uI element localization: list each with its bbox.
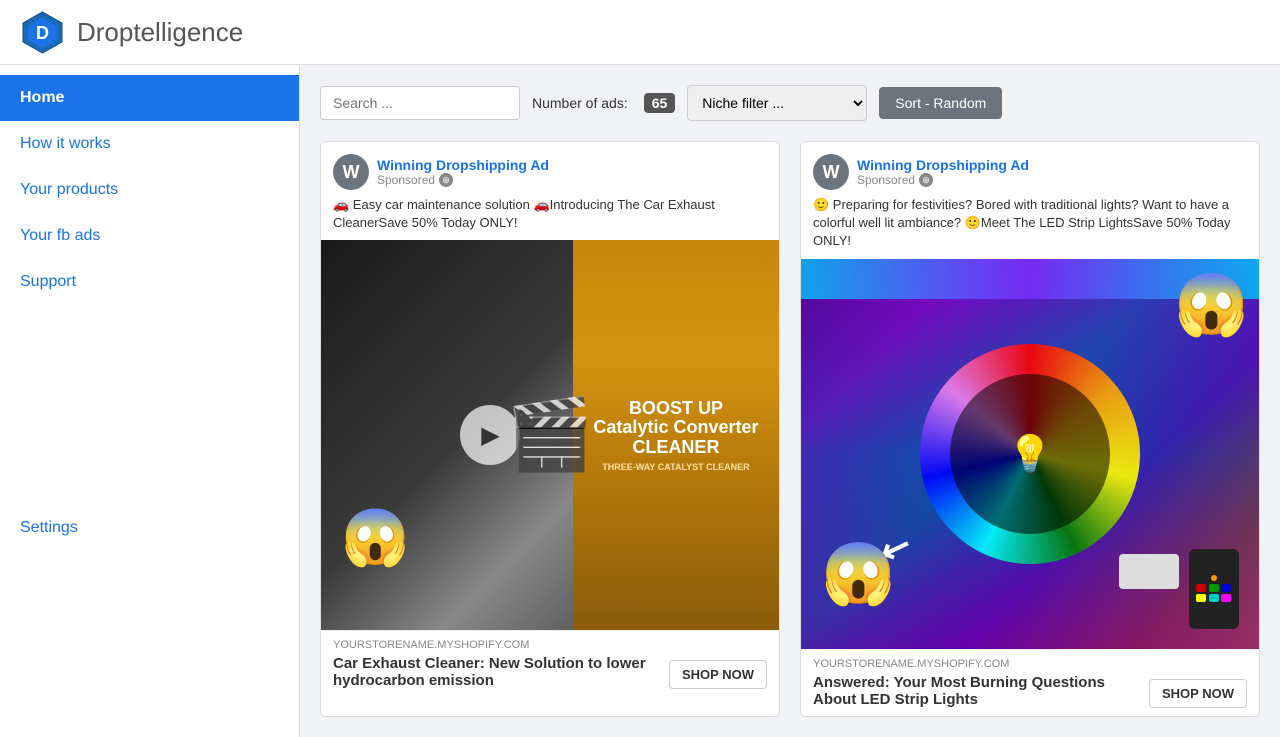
card-sponsored-2: Sponsored ⊕ <box>857 173 1247 187</box>
card-header-2: W Winning Dropshipping Ad Sponsored ⊕ <box>801 142 1259 196</box>
sidebar-item-settings[interactable]: Settings <box>0 505 299 551</box>
card-footer-2: YOURSTORENAME.MYSHOPIFY.COM Answered: Yo… <box>801 649 1259 716</box>
bottle-overlay: BOOST UPCatalytic ConverterCLEANER THREE… <box>573 240 779 630</box>
toolbar: Number of ads: 65 Niche filter ... Elect… <box>320 85 1260 121</box>
sort-random-button[interactable]: Sort - Random <box>879 87 1002 119</box>
avatar-2: W <box>813 154 849 190</box>
power-adapter <box>1119 554 1179 589</box>
card-title-area-2: Winning Dropshipping Ad Sponsored ⊕ <box>857 157 1247 187</box>
sidebar-item-how-it-works[interactable]: How it works <box>0 121 299 167</box>
card-brand-2: Winning Dropshipping Ad <box>857 157 1247 173</box>
logo-icon: D <box>20 10 65 55</box>
play-button-car[interactable]: ▶ <box>460 405 520 465</box>
led-strip-product: 💡 <box>1008 433 1053 475</box>
sidebar-item-your-fb-ads[interactable]: Your fb ads <box>0 213 299 259</box>
card-brand-1: Winning Dropshipping Ad <box>377 157 767 173</box>
emoji-led-top-right: 😱 <box>1174 269 1249 340</box>
card-bottom-row-1: Car Exhaust Cleaner: New Solution to low… <box>333 655 767 689</box>
bottle-label: BOOST UPCatalytic ConverterCLEANER <box>593 399 758 458</box>
ad-card-led-lights: W Winning Dropshipping Ad Sponsored ⊕ 🙂 … <box>800 141 1260 717</box>
app-header: D Droptelligence <box>0 0 1280 65</box>
shop-now-button-2[interactable]: SHOP NOW <box>1149 679 1247 708</box>
emoji-led-bottom-left: 😱 <box>821 538 896 609</box>
sidebar: Home How it works Your products Your fb … <box>0 65 300 737</box>
card-body-text-1: 🚗 Easy car maintenance solution 🚗Introdu… <box>321 196 779 240</box>
sponsored-icon-1: ⊕ <box>439 173 453 187</box>
card-product-title-1: Car Exhaust Cleaner: New Solution to low… <box>333 655 659 689</box>
card-image-car: BOOST UPCatalytic ConverterCLEANER THREE… <box>321 240 779 630</box>
search-input[interactable] <box>320 86 520 120</box>
emoji-surprised-car: 😱 <box>341 505 409 570</box>
app-title: Droptelligence <box>77 17 243 48</box>
card-header-1: W Winning Dropshipping Ad Sponsored ⊕ <box>321 142 779 196</box>
main-layout: Home How it works Your products Your fb … <box>0 65 1280 737</box>
ad-card-car-exhaust: W Winning Dropshipping Ad Sponsored ⊕ 🚗 … <box>320 141 780 717</box>
avatar-1: W <box>333 154 369 190</box>
sponsored-icon-2: ⊕ <box>919 173 933 187</box>
main-content: Number of ads: 65 Niche filter ... Elect… <box>300 65 1280 737</box>
card-image-led: 💡 ↙ 😱 😱 <box>801 259 1259 649</box>
niche-filter-select[interactable]: Niche filter ... Electronics Beauty Home… <box>687 85 867 121</box>
card-footer-1: YOURSTORENAME.MYSHOPIFY.COM Car Exhaust … <box>321 630 779 697</box>
card-sponsored-1: Sponsored ⊕ <box>377 173 767 187</box>
shop-now-button-1[interactable]: SHOP NOW <box>669 660 767 689</box>
card-body-text-2: 🙂 Preparing for festivities? Bored with … <box>801 196 1259 259</box>
card-title-area-1: Winning Dropshipping Ad Sponsored ⊕ <box>377 157 767 187</box>
remote-control <box>1189 549 1239 629</box>
sidebar-item-home[interactable]: Home <box>0 75 299 121</box>
card-store-url-1: YOURSTORENAME.MYSHOPIFY.COM <box>333 639 767 651</box>
bottle-sub: THREE-WAY CATALYST CLEANER <box>602 462 749 472</box>
ads-label: Number of ads: <box>532 95 628 111</box>
sidebar-item-your-products[interactable]: Your products <box>0 167 299 213</box>
card-product-title-2: Answered: Your Most Burning Questions Ab… <box>813 674 1139 708</box>
sidebar-item-support[interactable]: Support <box>0 259 299 305</box>
card-bottom-row-2: Answered: Your Most Burning Questions Ab… <box>813 674 1247 708</box>
cards-grid: W Winning Dropshipping Ad Sponsored ⊕ 🚗 … <box>320 141 1260 717</box>
card-store-url-2: YOURSTORENAME.MYSHOPIFY.COM <box>813 658 1247 670</box>
svg-text:D: D <box>36 23 49 43</box>
ads-count-badge: 65 <box>644 93 676 113</box>
